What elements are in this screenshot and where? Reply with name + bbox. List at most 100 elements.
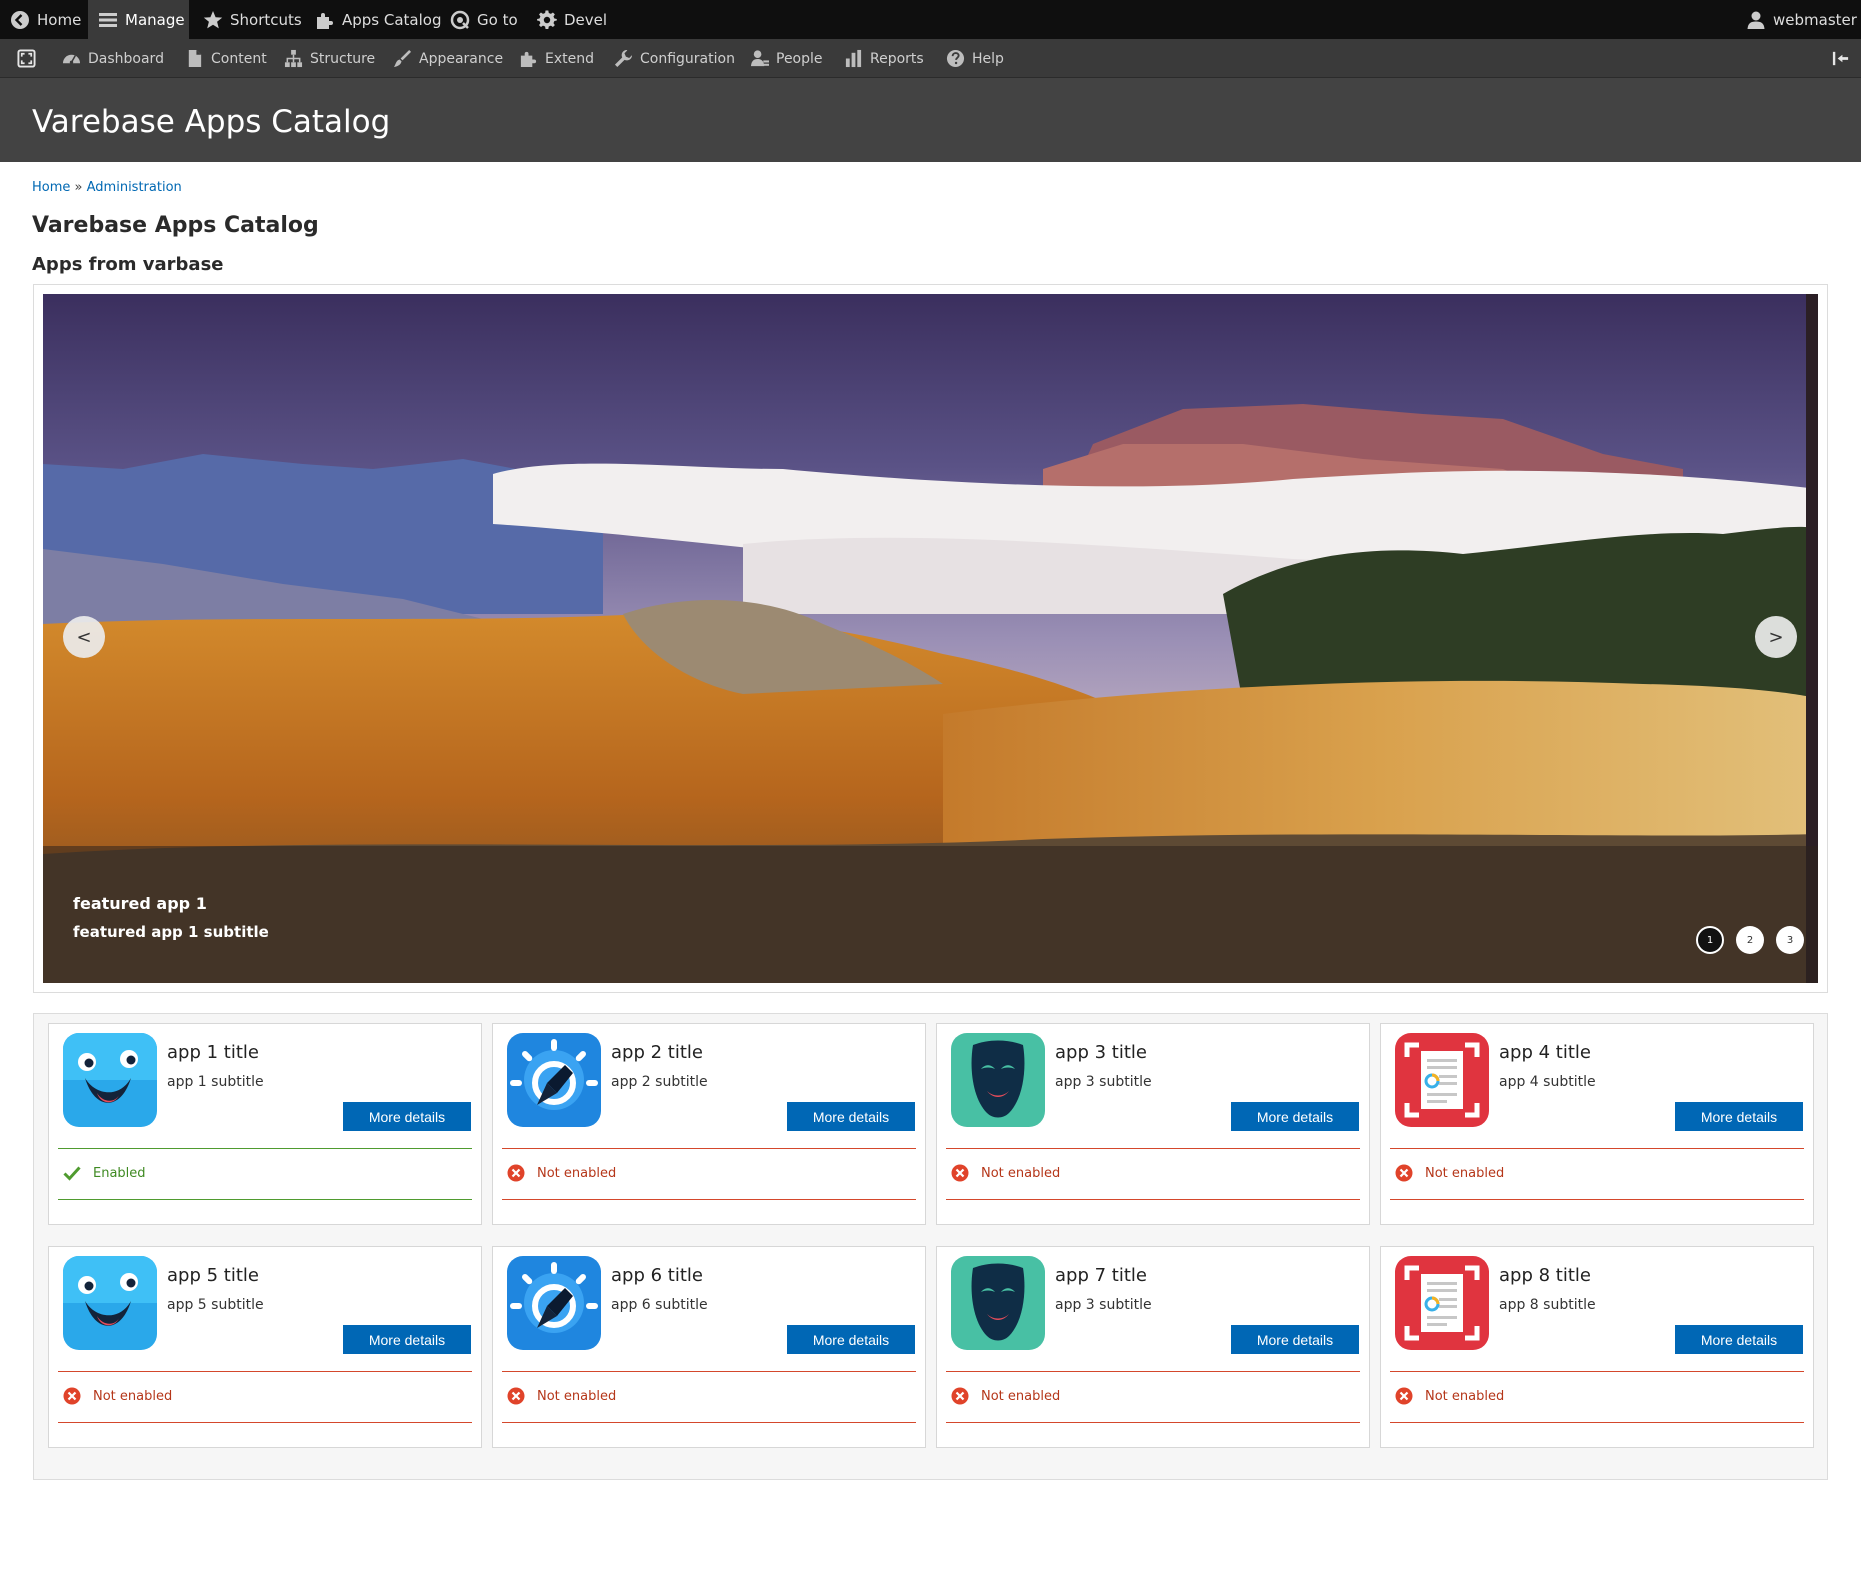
slider-prev-button[interactable]: <	[63, 616, 105, 658]
app-title: app 5 title	[167, 1265, 259, 1286]
app-card: app 4 title app 4 subtitle More details …	[1380, 1023, 1814, 1225]
app-subtitle: app 4 subtitle	[1499, 1074, 1596, 1090]
app-card: app 8 title app 8 subtitle More details …	[1380, 1246, 1814, 1448]
toolbar-goto[interactable]: Go to	[450, 0, 518, 39]
bar-chart-icon	[843, 49, 863, 69]
divider	[502, 1148, 916, 1149]
pen-app-icon	[507, 1033, 601, 1127]
breadcrumb-home[interactable]: Home	[32, 180, 70, 195]
divider	[58, 1371, 472, 1372]
structure-icon	[283, 49, 303, 69]
toolbar-orientation-toggle[interactable]	[16, 39, 43, 78]
breadcrumb-separator: »	[74, 180, 83, 195]
app-title: app 8 title	[1499, 1265, 1591, 1286]
app-subtitle: app 8 subtitle	[1499, 1297, 1596, 1313]
brush-icon	[392, 49, 412, 69]
slide-caption-title: featured app 1	[73, 894, 207, 913]
menu-extend-label: Extend	[545, 50, 594, 67]
app-subtitle: app 2 subtitle	[611, 1074, 708, 1090]
expand-icon	[16, 49, 36, 69]
breadcrumb: Home » Administration	[32, 180, 182, 195]
app-status: Not enabled	[1395, 1387, 1504, 1405]
app-title: app 4 title	[1499, 1042, 1591, 1063]
more-details-button[interactable]: More details	[343, 1102, 471, 1131]
app-card: app 2 title app 2 subtitle More details …	[492, 1023, 926, 1225]
more-details-button[interactable]: More details	[787, 1325, 915, 1354]
breadcrumb-administration[interactable]: Administration	[87, 180, 182, 195]
toolbar-shortcuts-label: Shortcuts	[230, 10, 302, 29]
more-details-button[interactable]: More details	[787, 1102, 915, 1131]
slider-pager-dot-1[interactable]: 1	[1696, 926, 1724, 954]
star-icon	[203, 10, 223, 30]
menu-reports[interactable]: Reports	[843, 39, 924, 78]
slide-caption-bar	[43, 846, 1818, 983]
slider-next-button[interactable]: >	[1755, 616, 1797, 658]
toolbar-manage[interactable]: Manage	[88, 0, 189, 39]
app-title: app 3 title	[1055, 1042, 1147, 1063]
menu-structure-label: Structure	[310, 50, 376, 67]
app-card: app 5 title app 5 subtitle More details …	[48, 1246, 482, 1448]
document-icon	[184, 49, 204, 69]
divider	[58, 1422, 472, 1423]
app-status: Not enabled	[63, 1387, 172, 1405]
more-details-button[interactable]: More details	[1231, 1102, 1359, 1131]
error-icon	[951, 1387, 969, 1405]
toolbar-home[interactable]: Home	[10, 0, 81, 39]
more-details-button[interactable]: More details	[1675, 1325, 1803, 1354]
menu-content[interactable]: Content	[184, 39, 267, 78]
toolbar-goto-label: Go to	[477, 10, 518, 29]
menu-content-label: Content	[211, 50, 267, 67]
more-details-button[interactable]: More details	[1675, 1102, 1803, 1131]
toolbar-manage-label: Manage	[125, 10, 185, 29]
pen-app-icon	[507, 1256, 601, 1350]
toolbar-shortcuts[interactable]: Shortcuts	[203, 0, 302, 39]
menu-help[interactable]: Help	[945, 39, 1004, 78]
app-status: Enabled	[63, 1164, 146, 1182]
check-icon	[63, 1166, 81, 1181]
error-icon	[1395, 1387, 1413, 1405]
menu-extend[interactable]: Extend	[518, 39, 594, 78]
toolbar-user[interactable]: webmaster	[1746, 0, 1857, 39]
divider	[946, 1371, 1360, 1372]
divider	[946, 1148, 1360, 1149]
page-header-title: Varebase Apps Catalog	[32, 104, 391, 140]
app-subtitle: app 6 subtitle	[611, 1297, 708, 1313]
divider	[1390, 1371, 1804, 1372]
toolbar-admin: Dashboard Content Structure Appearance E…	[0, 39, 1861, 78]
page-header: Varebase Apps Catalog	[0, 78, 1861, 162]
goto-icon	[450, 10, 470, 30]
slider-pager-dot-3[interactable]: 3	[1776, 926, 1804, 954]
more-details-button[interactable]: More details	[343, 1325, 471, 1354]
menu-structure[interactable]: Structure	[283, 39, 375, 78]
user-icon	[1746, 10, 1766, 30]
app-subtitle: app 1 subtitle	[167, 1074, 264, 1090]
gear-icon	[537, 10, 557, 30]
mask-app-icon	[951, 1256, 1045, 1350]
error-icon	[1395, 1164, 1413, 1182]
error-icon	[63, 1387, 81, 1405]
toolbar-devel[interactable]: Devel	[537, 0, 607, 39]
toolbar-devel-label: Devel	[564, 10, 608, 29]
toolbar-user-label: webmaster	[1773, 10, 1857, 29]
toolbar-collapse[interactable]	[1830, 39, 1857, 78]
apps-grid: app 1 title app 1 subtitle More details …	[33, 1013, 1828, 1480]
toolbar-apps-catalog[interactable]: Apps Catalog	[315, 0, 442, 39]
divider	[1390, 1199, 1804, 1200]
slider-pager-dot-2[interactable]: 2	[1736, 926, 1764, 954]
app-status: Not enabled	[507, 1164, 616, 1182]
menu-dashboard[interactable]: Dashboard	[61, 39, 164, 78]
menu-appearance[interactable]: Appearance	[392, 39, 503, 78]
app-status-label: Enabled	[93, 1165, 146, 1181]
menu-configuration[interactable]: Configuration	[613, 39, 735, 78]
app-subtitle: app 3 subtitle	[1055, 1297, 1152, 1313]
app-subtitle: app 3 subtitle	[1055, 1074, 1152, 1090]
app-card: app 3 title app 3 subtitle More details …	[936, 1023, 1370, 1225]
wrench-icon	[613, 49, 633, 69]
app-status-label: Not enabled	[1425, 1388, 1505, 1404]
menu-people[interactable]: People	[749, 39, 823, 78]
smiley-app-icon	[63, 1256, 157, 1350]
app-status-label: Not enabled	[1425, 1165, 1505, 1181]
more-details-button[interactable]: More details	[1231, 1325, 1359, 1354]
collapse-icon	[1830, 49, 1850, 69]
menu-appearance-label: Appearance	[419, 50, 504, 67]
